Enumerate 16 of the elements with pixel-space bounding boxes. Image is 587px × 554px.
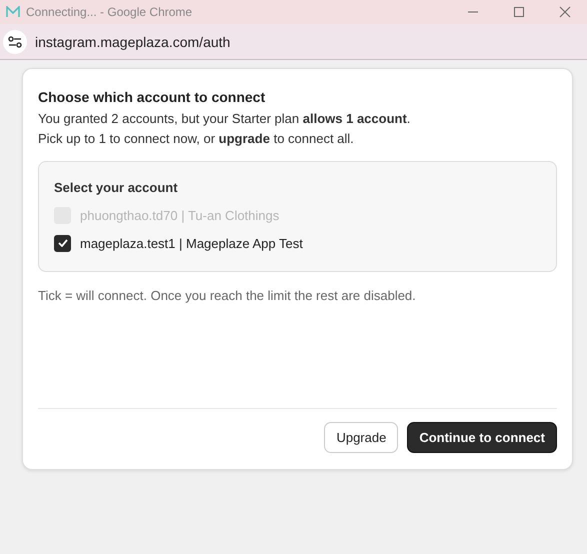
- site-settings-icon[interactable]: [3, 30, 27, 54]
- app-logo-icon: [6, 6, 20, 18]
- url-text[interactable]: instagram.mageplaza.com/auth: [35, 34, 230, 50]
- window-title: Connecting... - Google Chrome: [26, 5, 192, 19]
- checkbox[interactable]: [54, 234, 71, 252]
- dialog-title: Choose which account to connect: [38, 89, 266, 105]
- upgrade-button[interactable]: Upgrade: [324, 422, 398, 453]
- close-icon[interactable]: [559, 6, 571, 18]
- checkmark-icon: [58, 239, 68, 247]
- panel-heading: Select your account: [54, 180, 179, 195]
- account-label[interactable]: mageplaza.test1 | Mageplaze App Test: [80, 236, 303, 250]
- continue-button[interactable]: Continue to connect: [407, 422, 557, 453]
- hint-text: Tick = will connect. Once you reach the limit the rest are disabled.: [38, 288, 417, 303]
- description-text: Pick up to 1 to connect now, or upgrade to connect all.: [38, 130, 355, 148]
- description-text: You granted 2 accounts, but your Starter plan allows 1 account.: [38, 110, 412, 128]
- maximize-icon[interactable]: [513, 6, 525, 18]
